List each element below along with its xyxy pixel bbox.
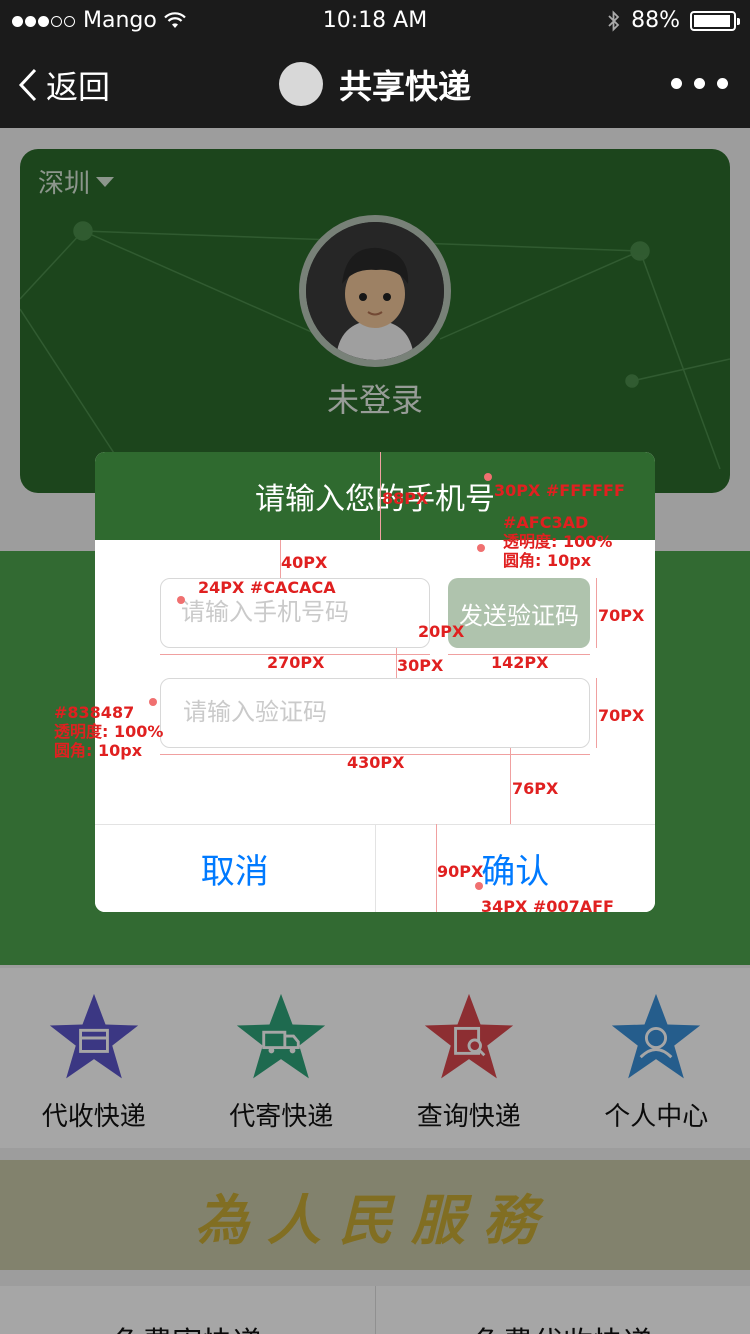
status-bar: Mango 10:18 AM 88% bbox=[0, 0, 750, 40]
annotation-marker bbox=[477, 544, 485, 552]
annotation-header-height: 88PX bbox=[382, 489, 429, 508]
annotation-gap-bottom: 76PX bbox=[512, 779, 559, 798]
annotation-button-color: #AFC3AD bbox=[503, 513, 589, 532]
annotation-field-height-2: 70PX bbox=[598, 706, 645, 725]
bluetooth-icon bbox=[608, 9, 620, 32]
annotation-button-opacity: 透明度: 100% bbox=[503, 532, 613, 551]
dimension-line bbox=[380, 452, 381, 540]
annotation-border-opacity: 透明度: 100% bbox=[54, 722, 164, 741]
annotation-border-color: #838487 bbox=[54, 703, 135, 722]
annotation-placeholder-font: 24PX #CACACA bbox=[198, 578, 336, 597]
annotation-marker bbox=[149, 698, 157, 706]
annotation-phone-width: 270PX bbox=[267, 653, 325, 672]
send-code-button[interactable]: 发送验证码 bbox=[448, 578, 590, 648]
more-menu-button[interactable] bbox=[671, 78, 728, 89]
annotation-marker bbox=[484, 473, 492, 481]
page-title: 共享快递 bbox=[339, 67, 471, 106]
battery-icon bbox=[690, 10, 740, 31]
app-logo-icon bbox=[279, 62, 323, 106]
annotation-gap-top: 40PX bbox=[281, 553, 328, 572]
annotation-border-radius: 圆角: 10px bbox=[54, 741, 143, 760]
verification-code-input[interactable] bbox=[160, 678, 590, 748]
dimension-line bbox=[596, 678, 597, 748]
annotation-button-width: 142PX bbox=[491, 653, 549, 672]
dimension-line bbox=[596, 578, 597, 648]
dialog-title: 请输入您的手机号 bbox=[255, 482, 495, 517]
annotation-button-radius: 圆角: 10px bbox=[503, 551, 592, 570]
annotation-title-font: 30PX #FFFFFF bbox=[494, 481, 625, 500]
annotation-gap-between: 20PX bbox=[418, 622, 465, 641]
annotation-marker bbox=[177, 596, 185, 604]
annotation-confirm-font: 34PX #007AFF bbox=[481, 897, 614, 916]
annotation-field-height-1: 70PX bbox=[598, 606, 645, 625]
cancel-button[interactable]: 取消 bbox=[95, 825, 376, 912]
battery-percent: 88% bbox=[631, 8, 680, 33]
navigation-bar: 返回 共享快递 bbox=[0, 40, 750, 128]
annotation-code-width: 430PX bbox=[347, 753, 405, 772]
annotation-marker bbox=[475, 882, 483, 890]
more-dots-icon bbox=[671, 78, 682, 89]
annotation-footer-height: 90PX bbox=[437, 862, 484, 881]
dimension-line bbox=[510, 748, 511, 824]
annotation-row-gap: 30PX bbox=[397, 656, 444, 675]
